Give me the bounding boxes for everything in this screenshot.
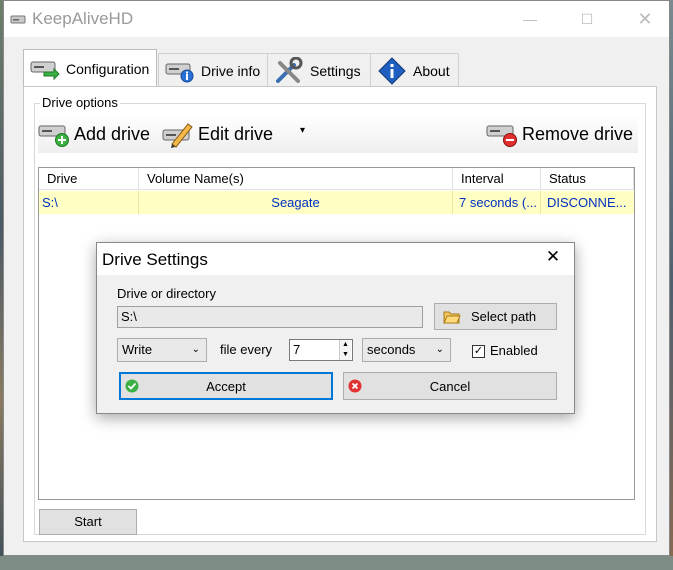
dialog-title: Drive Settings — [102, 250, 208, 269]
edit-drive-button[interactable]: Edit drive — [162, 115, 273, 153]
drive-toolbar: Add drive Edit drive ▾ Remove drive — [38, 115, 638, 153]
table-row-interval[interactable]: 7 seconds (... — [453, 191, 541, 214]
table-row-drive[interactable]: S:\ — [39, 191, 139, 214]
file-every-label: file every — [220, 342, 273, 357]
spin-up-icon[interactable]: ▲ — [340, 340, 351, 350]
cancel-label: Cancel — [429, 378, 471, 394]
tab-configuration[interactable]: Configuration — [23, 49, 157, 87]
drive-options-label: Drive options — [40, 95, 120, 110]
folder-open-icon — [443, 311, 461, 323]
accept-button[interactable]: Accept — [119, 372, 333, 400]
add-drive-label: Add drive — [74, 123, 151, 144]
edit-drive-label: Edit drive — [198, 123, 274, 144]
app-drive-icon — [10, 11, 26, 27]
drive-remove-icon — [486, 125, 517, 147]
tab-about-label: About — [413, 62, 450, 79]
drive-arrow-icon — [30, 61, 60, 80]
column-header-interval[interactable]: Interval — [453, 168, 541, 190]
add-drive-button[interactable]: Add drive — [38, 115, 150, 153]
table-row-status[interactable]: DISCONNE... — [541, 191, 634, 214]
spin-down-icon[interactable]: ▼ — [340, 350, 351, 360]
column-header-drive[interactable]: Drive — [39, 168, 139, 190]
unit-select-value: seconds — [367, 342, 416, 357]
drive-settings-dialog: Drive Settings ✕ Drive or directory S:\ … — [96, 242, 575, 414]
check-circle-icon — [125, 379, 139, 393]
enabled-checkbox[interactable]: ✓ — [472, 345, 485, 358]
column-header-volume[interactable]: Volume Name(s) — [139, 168, 453, 190]
remove-drive-label: Remove drive — [522, 123, 634, 144]
maximize-button[interactable]: ☐ — [577, 9, 597, 29]
interval-spinner[interactable]: ▲ ▼ — [339, 340, 351, 360]
dialog-title-bar[interactable]: Drive Settings ✕ — [97, 243, 574, 275]
tab-configuration-label: Configuration — [66, 60, 150, 77]
accept-label: Accept — [206, 378, 246, 394]
remove-drive-button[interactable]: Remove drive — [486, 115, 633, 153]
chevron-down-icon: ⌄ — [435, 344, 444, 355]
path-input[interactable]: S:\ — [117, 306, 423, 328]
enabled-label[interactable]: Enabled — [490, 343, 538, 358]
minimize-button[interactable]: — — [520, 9, 540, 29]
unit-select[interactable]: seconds ⌄ — [362, 338, 451, 362]
window-title: KeepAliveHD — [32, 9, 134, 28]
table-row-volume[interactable]: Seagate — [139, 191, 453, 214]
tab-drive-info-label: Drive info — [201, 62, 261, 79]
tab-about[interactable]: About — [370, 53, 459, 87]
drive-info-icon — [165, 63, 194, 82]
info-diamond-icon — [378, 56, 406, 85]
chevron-down-icon: ⌄ — [191, 344, 200, 355]
close-button[interactable]: ✕ — [635, 9, 655, 29]
tools-icon — [276, 56, 303, 83]
drive-add-icon — [38, 125, 69, 147]
start-button[interactable]: Start — [39, 509, 137, 535]
select-path-button[interactable]: Select path — [434, 303, 557, 330]
desktop-background-bottom — [0, 556, 673, 570]
cancel-button[interactable]: Cancel — [343, 372, 557, 400]
cancel-circle-icon — [348, 379, 362, 393]
tab-settings[interactable]: Settings — [267, 53, 371, 87]
column-header-status[interactable]: Status — [541, 168, 634, 190]
mode-select[interactable]: Write ⌄ — [117, 338, 207, 362]
drive-or-directory-label: Drive or directory — [117, 286, 216, 301]
title-bar[interactable]: KeepAliveHD — ☐ ✕ — [4, 1, 669, 37]
select-path-label: Select path — [471, 309, 537, 324]
tab-settings-label: Settings — [310, 62, 361, 79]
mode-select-value: Write — [122, 342, 153, 357]
dialog-close-button[interactable]: ✕ — [543, 247, 563, 267]
drive-edit-icon — [162, 123, 193, 148]
edit-drive-dropdown-arrow[interactable]: ▾ — [300, 125, 305, 136]
tab-drive-info[interactable]: Drive info — [158, 53, 268, 87]
